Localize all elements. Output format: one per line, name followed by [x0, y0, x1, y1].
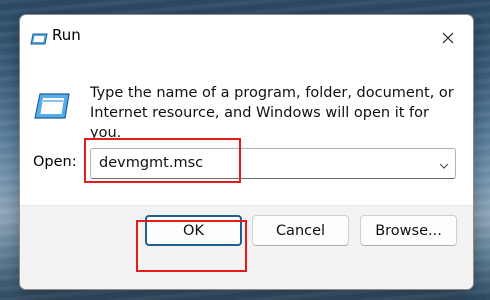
open-combobox[interactable]: devmgmt.msc [90, 148, 456, 179]
run-icon [30, 30, 48, 45]
dialog-description: Type the name of a program, folder, docu… [90, 85, 454, 141]
title-bar: Run [20, 15, 473, 55]
cancel-button[interactable]: Cancel [252, 215, 349, 246]
open-input[interactable]: devmgmt.msc [99, 149, 203, 178]
dialog-title: Run [52, 26, 81, 44]
close-icon [442, 32, 454, 44]
close-button[interactable] [433, 23, 463, 53]
browse-button[interactable]: Browse... [360, 215, 457, 246]
ok-button[interactable]: OK [145, 215, 242, 246]
run-dialog: Run Type the name of a program, folder, … [19, 14, 474, 290]
chevron-down-icon[interactable] [438, 157, 450, 169]
run-icon [34, 93, 70, 119]
open-label: Open: [33, 154, 77, 170]
